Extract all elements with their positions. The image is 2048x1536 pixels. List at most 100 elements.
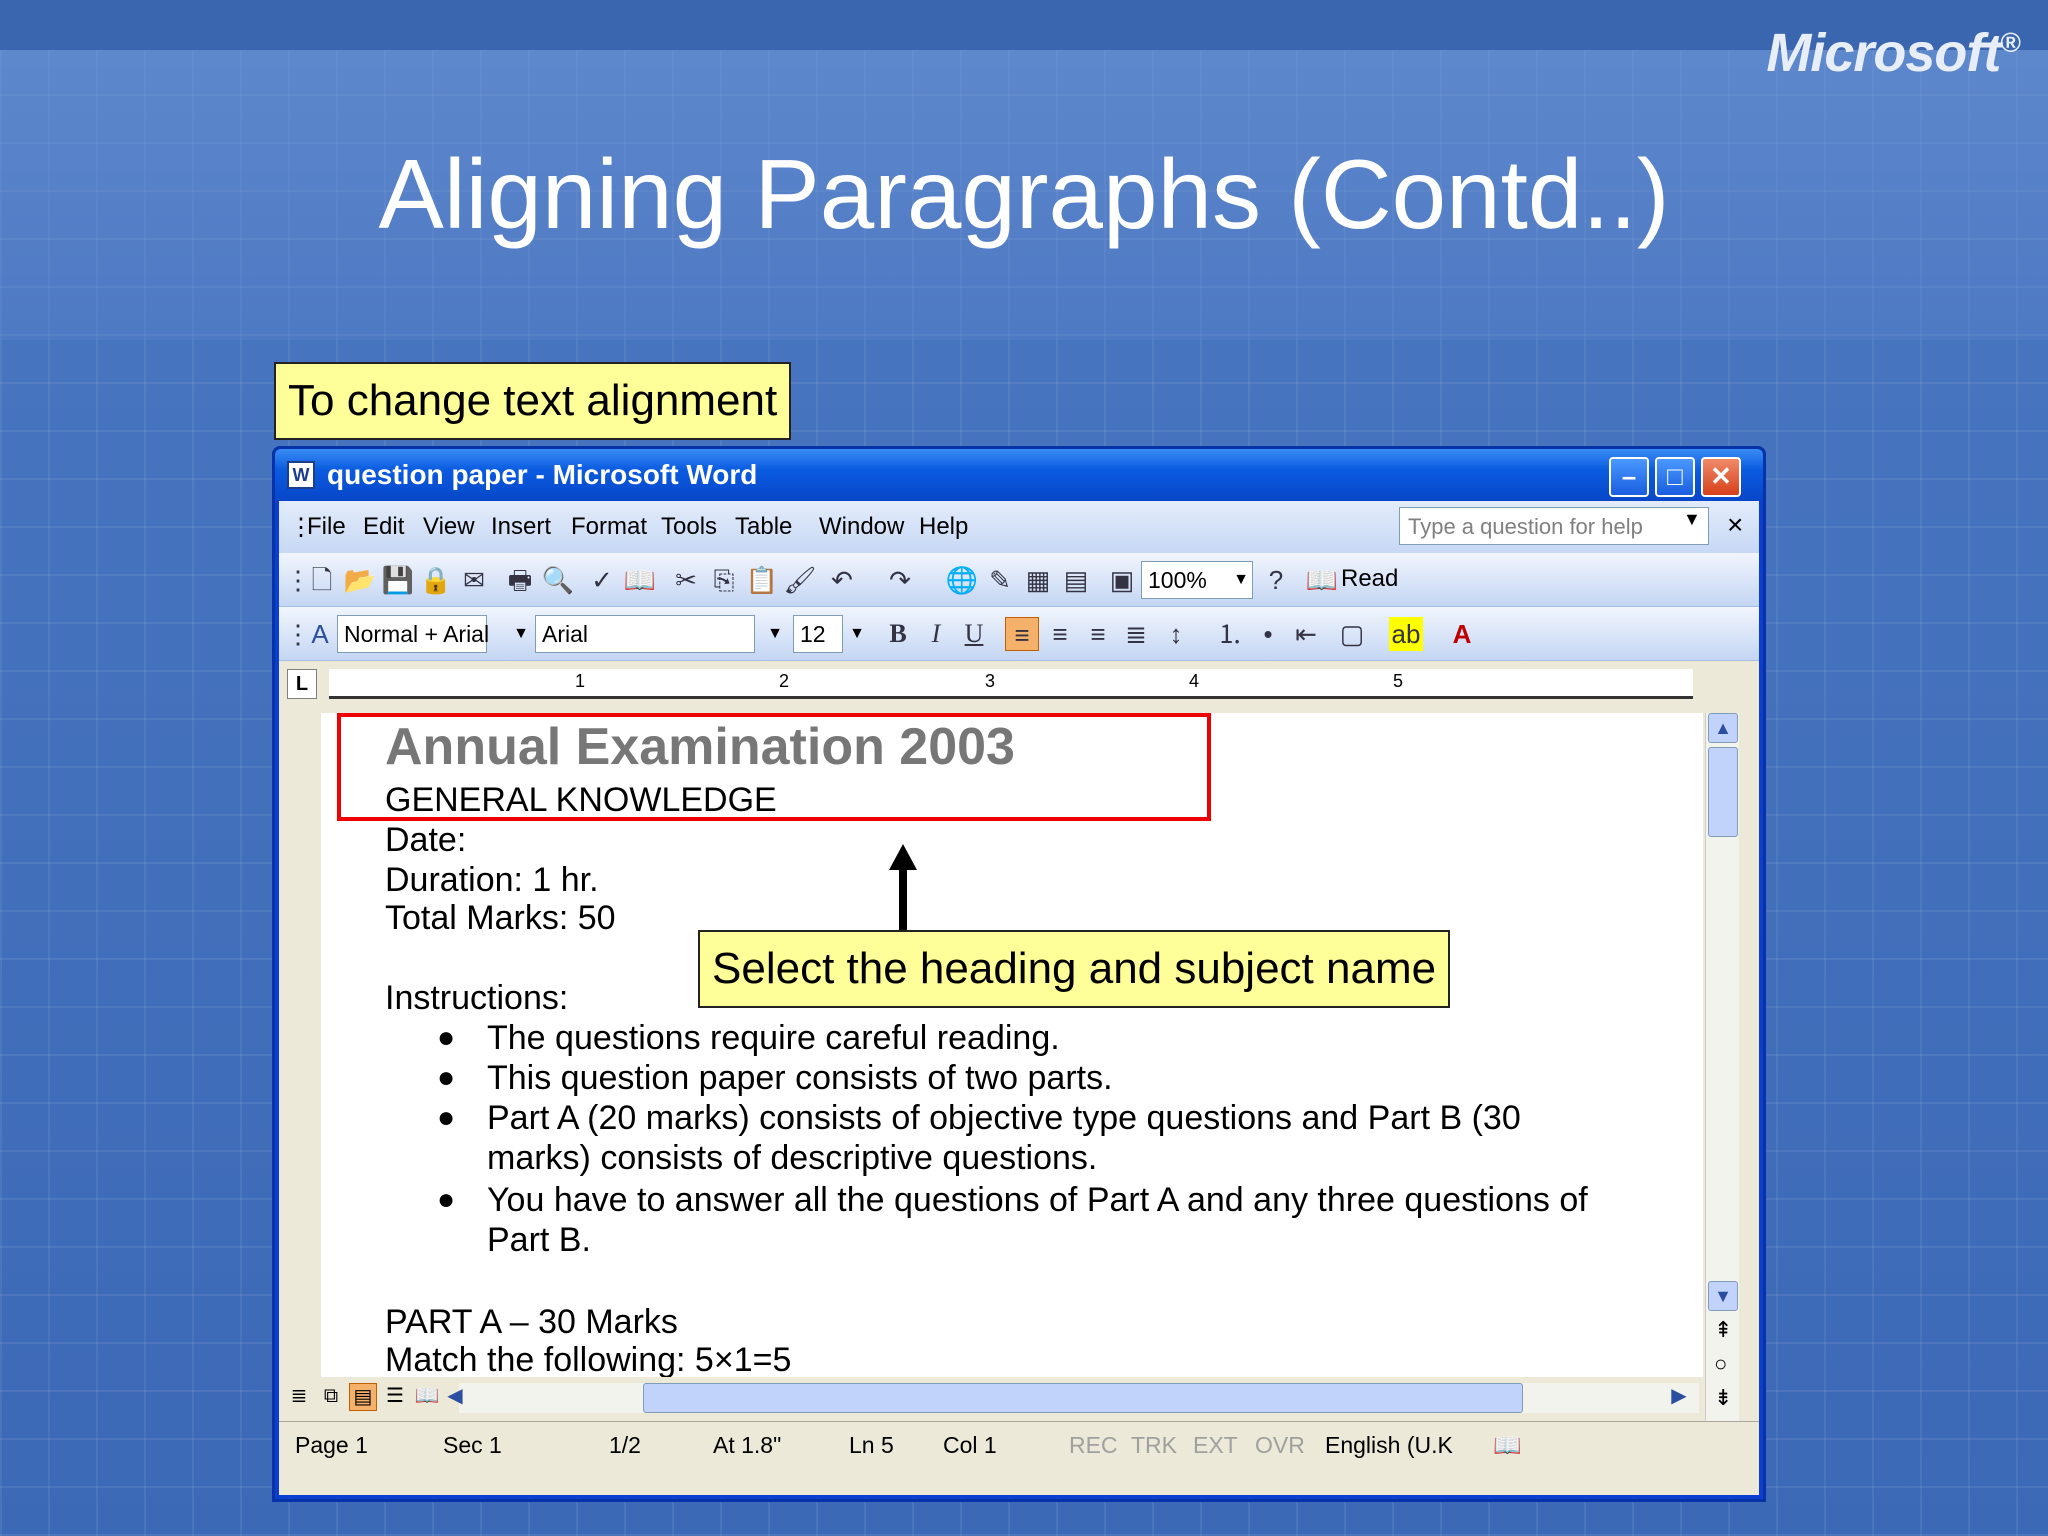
next-page-icon[interactable]: ⇟ [1714,1385,1732,1411]
normal-view-icon[interactable]: ≣ [285,1383,313,1411]
scroll-left-icon[interactable]: ◀ [441,1383,469,1411]
tables-borders-icon[interactable]: ✎ [983,563,1017,597]
redo-icon[interactable]: ↷ [883,563,917,597]
reading-layout-icon[interactable]: 📖 [413,1383,441,1411]
bullets-icon[interactable]: • [1251,617,1285,651]
align-left-icon[interactable]: ≡ [1005,617,1039,651]
print-layout-icon[interactable]: ▤ [349,1383,377,1411]
bold-button[interactable]: B [881,617,915,651]
horizontal-ruler[interactable]: 1 2 3 4 5 [329,669,1693,699]
status-page: Page 1 [295,1432,368,1458]
new-document-icon[interactable]: 🗋 [305,563,339,597]
vertical-scrollbar[interactable]: ▲ ▼ ⇞ ○ ⇟ [1705,713,1739,1429]
open-folder-icon[interactable]: 📂 [343,563,377,597]
print-preview-icon[interactable]: 🔍 [541,563,575,597]
minimize-button[interactable]: – [1609,457,1649,497]
menu-file[interactable]: File [307,513,346,541]
style-field[interactable]: Normal + Arial [337,615,489,653]
help-icon[interactable]: ? [1259,563,1293,597]
save-icon[interactable]: 💾 [381,563,415,597]
title-bar[interactable]: W question paper - Microsoft Word – □ ✕ [275,449,1763,501]
microsoft-logo: Microsoft® [1766,23,2021,83]
scroll-down-icon[interactable]: ▼ [1708,1281,1738,1311]
outside-border-icon[interactable]: ▢ [1335,617,1369,651]
horizontal-scroll-thumb[interactable] [643,1383,1523,1413]
styles-icon[interactable]: A [303,617,337,651]
horizontal-scrollbar[interactable]: ◀ ▶ [447,1383,1699,1413]
align-center-icon[interactable]: ≡ [1043,617,1077,651]
web-layout-icon[interactable]: ⧉ [317,1383,345,1411]
word-app-icon[interactable]: W [287,461,315,489]
underline-button[interactable]: U [957,617,991,651]
horizontal-scroll-row: ≣ ⧉ ▤ ☰ 📖 ◀ ▶ [279,1377,1705,1417]
status-trk[interactable]: TRK [1131,1432,1177,1459]
copy-icon[interactable]: ⎘ [707,563,741,597]
font-color-icon[interactable]: A [1445,617,1479,651]
hyperlink-icon[interactable]: 🌐 [945,563,979,597]
spelling-status-icon[interactable]: 📖 [1493,1432,1522,1459]
scroll-up-icon[interactable]: ▲ [1708,713,1738,743]
menu-insert[interactable]: Insert [491,513,551,541]
status-line: Ln 5 [849,1432,894,1458]
insert-excel-icon[interactable]: ▤ [1059,563,1093,597]
scroll-thumb[interactable] [1708,747,1738,837]
status-section: Sec 1 [443,1432,502,1458]
italic-button[interactable]: I [919,617,953,651]
read-button[interactable]: Read [1341,565,1398,593]
standard-toolbar: ⋮ 🗋 📂 💾 🔒 ✉ 🖶 🔍 ✓ 📖 ✂ ⎘ 📋 🖌 ↶ ↷ 🌐 ✎ ▦ ▤ … [279,553,1759,607]
format-painter-icon[interactable]: 🖌 [783,563,817,597]
cut-icon[interactable]: ✂ [669,563,703,597]
bullet-icon: ● [437,1101,456,1134]
email-icon[interactable]: ✉ [457,563,491,597]
chevron-down-icon[interactable]: ▼ [1683,509,1701,530]
font-field[interactable]: Arial [535,615,755,653]
status-rec[interactable]: REC [1069,1432,1118,1459]
list-item: The questions require careful reading. [487,1019,1060,1057]
align-right-icon[interactable]: ≡ [1081,617,1115,651]
outline-view-icon[interactable]: ☰ [381,1383,409,1411]
spelling-icon[interactable]: ✓ [585,563,619,597]
font-size-field[interactable]: 12 [793,615,843,653]
zoom-dropdown-icon[interactable]: ▼ [1229,561,1253,599]
menu-tools[interactable]: Tools [661,513,717,541]
bullet-icon: ● [437,1021,456,1054]
document-close-icon[interactable]: × [1727,509,1743,541]
style-dropdown-icon[interactable]: ▼ [509,615,533,653]
tab-selector[interactable]: L [287,669,317,699]
status-ovr[interactable]: OVR [1255,1432,1305,1459]
undo-icon[interactable]: ↶ [825,563,859,597]
numbering-icon[interactable]: ⒈ [1213,617,1247,651]
line-spacing-icon[interactable]: ↕ [1159,617,1193,651]
font-dropdown-icon[interactable]: ▼ [763,615,787,653]
read-icon[interactable]: 📖 [1305,563,1339,597]
menu-window[interactable]: Window [819,513,904,541]
research-icon[interactable]: 📖 [623,563,657,597]
menu-help[interactable]: Help [919,513,968,541]
permission-icon[interactable]: 🔒 [419,563,453,597]
highlight-icon[interactable]: ab [1389,617,1423,651]
print-icon[interactable]: 🖶 [503,563,537,597]
close-button[interactable]: ✕ [1701,457,1741,497]
menu-edit[interactable]: Edit [363,513,404,541]
menu-table[interactable]: Table [735,513,792,541]
menu-format[interactable]: Format [571,513,647,541]
paste-icon[interactable]: 📋 [745,563,779,597]
ruler-row: L 1 2 3 4 5 [279,661,1759,703]
list-item: You have to answer all the questions of … [487,1181,1588,1219]
previous-page-icon[interactable]: ⇞ [1714,1317,1732,1343]
justify-icon[interactable]: ≣ [1119,617,1153,651]
status-language[interactable]: English (U.K [1325,1432,1453,1459]
document-page[interactable]: Annual Examination 2003 GENERAL KNOWLEDG… [321,713,1703,1377]
decrease-indent-icon[interactable]: ⇤ [1289,617,1323,651]
select-browse-object-icon[interactable]: ○ [1714,1351,1727,1377]
arrow-shaft [899,866,907,930]
document-map-icon[interactable]: ▣ [1105,563,1139,597]
scroll-right-icon[interactable]: ▶ [1665,1383,1693,1411]
help-question-input[interactable]: Type a question for help [1399,507,1709,545]
status-page-count: 1/2 [609,1432,641,1458]
insert-table-icon[interactable]: ▦ [1021,563,1055,597]
font-size-dropdown-icon[interactable]: ▼ [845,615,869,653]
menu-view[interactable]: View [423,513,475,541]
status-ext[interactable]: EXT [1193,1432,1238,1459]
maximize-button[interactable]: □ [1655,457,1695,497]
